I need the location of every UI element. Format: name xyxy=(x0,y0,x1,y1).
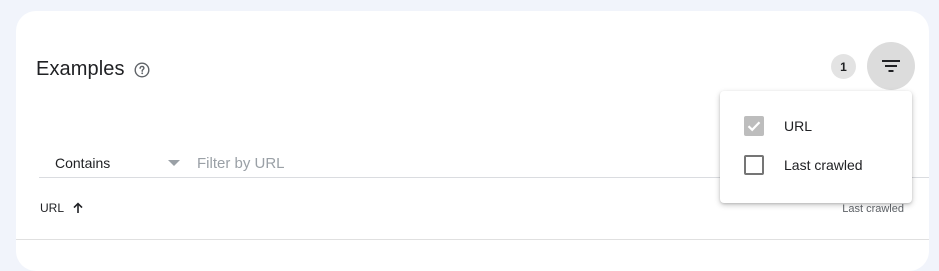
url-filter-input[interactable] xyxy=(197,151,697,175)
column-header-url[interactable]: URL xyxy=(40,201,84,215)
dropdown-arrow-icon xyxy=(168,160,180,166)
column-header-url-label: URL xyxy=(40,201,65,215)
card-title: Examples xyxy=(36,58,125,80)
menu-item-last-crawled-label: Last crawled xyxy=(784,157,863,173)
active-filter-count-badge: 1 xyxy=(831,54,856,79)
menu-item-url-label: URL xyxy=(784,118,813,134)
help-icon[interactable] xyxy=(134,61,150,78)
check-icon xyxy=(747,120,761,132)
column-header-last-crawled[interactable]: Last crawled xyxy=(842,203,904,215)
card-header: Examples xyxy=(36,58,150,81)
column-filter-menu: URL Last crawled xyxy=(720,91,912,203)
filter-button[interactable] xyxy=(867,42,915,90)
match-type-select[interactable]: Contains xyxy=(55,153,181,173)
menu-item-url[interactable]: URL xyxy=(720,108,912,144)
match-type-value: Contains xyxy=(55,155,111,171)
menu-item-last-crawled[interactable]: Last crawled xyxy=(720,147,912,183)
arrow-up-icon xyxy=(72,202,84,214)
url-checkbox[interactable] xyxy=(744,116,764,136)
last-crawled-checkbox[interactable] xyxy=(744,155,764,175)
filter-list-icon xyxy=(881,59,901,73)
